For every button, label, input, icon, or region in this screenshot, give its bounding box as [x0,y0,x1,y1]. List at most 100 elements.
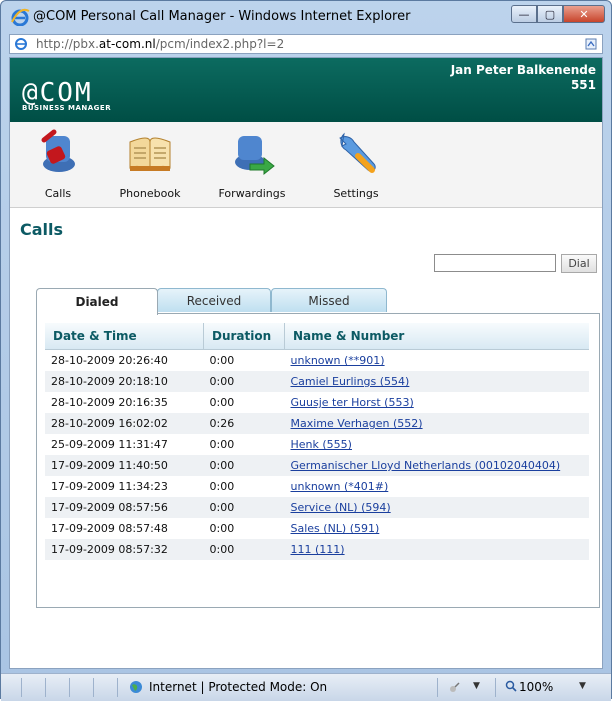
logo-subtitle: BUSINESS MANAGER [22,104,112,112]
column-header-duration[interactable]: Duration [203,323,285,350]
main-toolbar: Calls Phonebook Forwardings Settings [10,122,602,208]
calls-table: Date & Time Duration Name & Number 28-10… [45,323,589,560]
calls-panel: Date & Time Duration Name & Number 28-10… [36,313,600,608]
cell-datetime: 28-10-2009 20:26:40 [51,354,168,367]
cell-duration: 0:26 [203,413,285,434]
contact-link[interactable]: unknown (**901) [291,354,385,367]
contact-link[interactable]: unknown (*401#) [291,480,389,493]
close-button[interactable]: ✕ [563,5,605,23]
security-status-icon[interactable] [448,680,462,694]
user-name: Jan Peter Balkenende [450,63,596,77]
toolbar-phonebook[interactable]: Phonebook [110,128,190,200]
table-row: 28-10-2009 20:18:10 0:00 Camiel Eurlings… [45,371,589,392]
toolbar-calls[interactable]: Calls [18,128,98,200]
cell-duration: 0:00 [203,371,285,392]
url-path: /pcm/index2.php?l=2 [155,37,285,51]
minimize-button[interactable]: — [511,5,537,23]
window-controls: — ▢ ✕ [511,5,605,25]
table-row: 17-09-2009 08:57:56 0:00 Service (NL) (5… [45,497,589,518]
zoom-level[interactable]: 100% [519,680,553,694]
window-title: @COM Personal Call Manager - Windows Int… [33,9,411,24]
cell-datetime: 17-09-2009 11:40:50 [45,455,204,476]
contact-link[interactable]: 111 (111) [291,543,345,556]
compatibility-view-icon[interactable] [584,37,598,51]
cell-duration: 0:00 [209,522,235,535]
cell-name-number: Henk (555) [285,434,590,455]
tab-missed[interactable]: Missed [271,288,387,312]
cell-datetime: 17-09-2009 08:57:56 [45,497,204,518]
contact-link[interactable]: Camiel Eurlings (554) [291,375,410,388]
app-header: @COM BUSINESS MANAGER Jan Peter Balkenen… [10,58,602,122]
status-divider [117,678,118,697]
page-icon [15,38,27,50]
browser-window: @COM Personal Call Manager - Windows Int… [0,0,612,701]
status-divider [93,678,94,697]
calls-icon [41,129,75,172]
url-prefix: http://pbx. [36,37,99,51]
phonebook-icon [129,137,171,171]
column-header-datetime[interactable]: Date & Time [45,323,204,350]
toolbar-label: Forwardings [218,187,286,200]
chevron-down-icon[interactable]: ▼ [579,681,586,691]
cell-name-number: Service (NL) (594) [284,497,589,518]
contact-link[interactable]: Henk (555) [291,438,352,451]
contact-link[interactable]: Germanischer Lloyd Netherlands (00102040… [291,459,561,472]
cell-name-number: Camiel Eurlings (554) [284,371,589,392]
cell-datetime: 28-10-2009 20:16:35 [51,396,168,409]
call-tabs: Dialed Received Missed [36,288,396,315]
contact-link[interactable]: Maxime Verhagen (552) [291,417,423,430]
table-row: 25-09-2009 11:31:47 0:00 Henk (555) [45,434,589,455]
page-viewport: @COM BUSINESS MANAGER Jan Peter Balkenen… [9,57,603,669]
cell-duration: 0:00 [209,396,235,409]
zoom-icon[interactable] [505,680,517,692]
cell-name-number: unknown (*401#) [285,476,590,497]
cell-duration: 0:00 [203,455,285,476]
user-info: Jan Peter Balkenende 551 [451,63,596,93]
cell-datetime: 17-09-2009 08:57:32 [45,539,204,560]
status-divider [45,678,46,697]
contact-link[interactable]: Guusje ter Horst (553) [291,396,414,409]
cell-duration: 0:00 [209,438,235,451]
internet-zone-icon [130,681,142,693]
cell-duration: 0:00 [203,539,285,560]
forwardings-icon [235,136,275,176]
contact-link[interactable]: Sales (NL) (591) [291,522,380,535]
url-text[interactable]: http://pbx.at-com.nl/pcm/index2.php?l=2 [36,37,284,51]
status-divider [437,678,438,697]
dial-button[interactable]: Dial [561,254,597,273]
column-header-name-number[interactable]: Name & Number [284,323,589,350]
table-header-row: Date & Time Duration Name & Number [45,323,589,350]
cell-duration: 0:00 [209,480,235,493]
cell-duration: 0:00 [203,497,285,518]
maximize-button[interactable]: ▢ [537,5,563,23]
chevron-down-icon[interactable]: ▼ [473,681,480,691]
tab-dialed[interactable]: Dialed [36,288,158,315]
cell-duration: 0:00 [209,354,235,367]
title-bar: @COM Personal Call Manager - Windows Int… [1,1,611,33]
table-row: 17-09-2009 11:40:50 0:00 Germanischer Ll… [45,455,589,476]
cell-datetime: 28-10-2009 20:18:10 [45,371,204,392]
status-divider [21,678,22,697]
toolbar-settings[interactable]: Settings [316,128,396,200]
address-bar[interactable]: http://pbx.at-com.nl/pcm/index2.php?l=2 [9,34,603,54]
toolbar-forwardings[interactable]: Forwardings [212,128,292,200]
security-zone-text[interactable]: Internet | Protected Mode: On [149,680,327,694]
url-domain: at-com.nl [98,37,156,51]
dial-number-input[interactable] [434,254,556,272]
toolbar-label: Calls [44,187,72,200]
cell-datetime: 17-09-2009 11:34:23 [51,480,168,493]
table-row: 17-09-2009 08:57:48 0:00 Sales (NL) (591… [45,518,589,539]
status-divider [495,678,496,697]
toolbar-label: Settings [333,187,379,200]
tab-received[interactable]: Received [157,288,271,312]
table-row: 28-10-2009 20:26:40 0:00 unknown (**901) [45,350,589,372]
internet-explorer-icon [11,8,30,26]
calls-content: Calls Dial Dialed Received Missed Date &… [10,208,602,668]
table-row: 28-10-2009 16:02:02 0:26 Maxime Verhagen… [45,413,589,434]
cell-name-number: 111 (111) [284,539,589,560]
cell-datetime: 17-09-2009 08:57:48 [51,522,168,535]
page-title: Calls [20,220,64,239]
cell-datetime: 28-10-2009 16:02:02 [45,413,204,434]
contact-link[interactable]: Service (NL) (594) [291,501,391,514]
cell-name-number: Sales (NL) (591) [285,518,590,539]
